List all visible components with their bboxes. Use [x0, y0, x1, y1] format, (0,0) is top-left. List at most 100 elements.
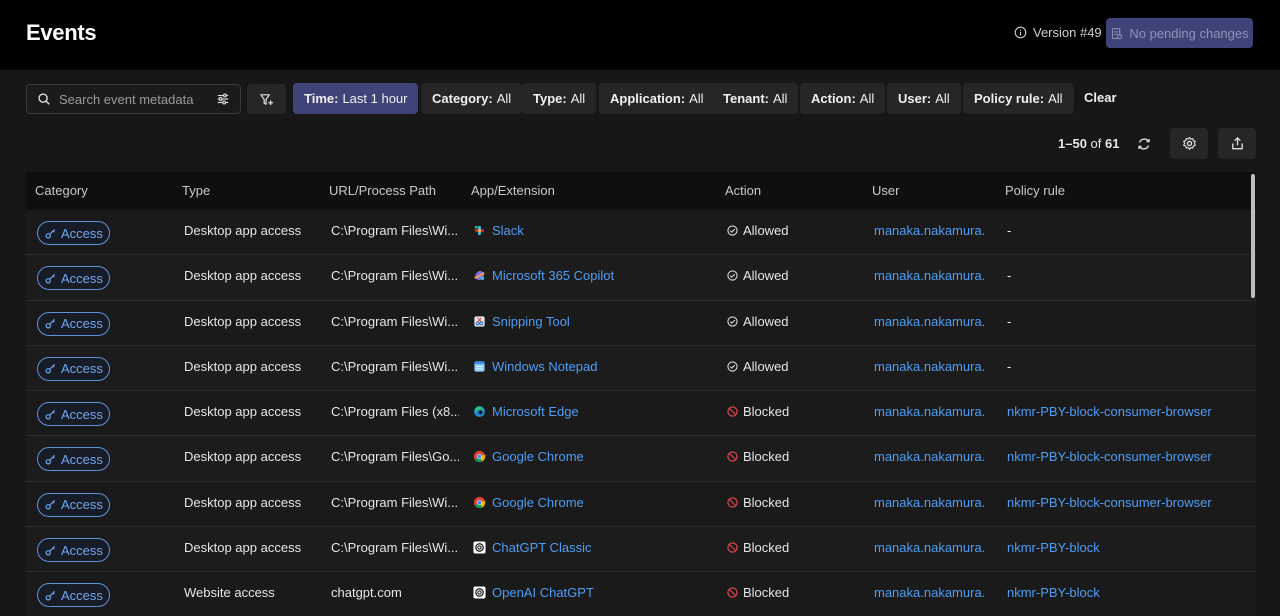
app-link[interactable]: Google Chrome: [492, 449, 584, 464]
filter-chip-tenant[interactable]: Tenant: All: [712, 83, 799, 114]
action-cell: Allowed: [727, 268, 789, 283]
app-cell[interactable]: Slack: [473, 223, 524, 238]
app-link[interactable]: Google Chrome: [492, 495, 584, 510]
add-filter-button[interactable]: [247, 84, 286, 114]
events-table: Category Type URL/Process Path App/Exten…: [26, 172, 1256, 616]
filter-key: Category:: [432, 91, 493, 106]
app-link[interactable]: Slack: [492, 223, 524, 238]
user-link[interactable]: manaka.nakamura...: [874, 540, 986, 555]
app-cell[interactable]: Snipping Tool: [473, 314, 570, 329]
filter-chip-application[interactable]: Application: All: [599, 83, 715, 114]
user-link[interactable]: manaka.nakamura...: [874, 404, 986, 419]
column-header-category[interactable]: Category: [35, 183, 88, 198]
policy-rule-cell[interactable]: nkmr-PBY-block-consumer-browser: [1007, 495, 1212, 510]
app-cell[interactable]: Windows Notepad: [473, 359, 598, 374]
type-cell: Desktop app access: [184, 313, 302, 329]
settings-button[interactable]: [1170, 128, 1208, 159]
app-cell[interactable]: ChatGPT Classic: [473, 540, 591, 555]
table-row[interactable]: Access Desktop app access C:\Program Files…: [26, 255, 1256, 301]
edge-icon: [473, 405, 486, 418]
category-badge[interactable]: Access: [37, 492, 110, 517]
policy-rule-cell[interactable]: nkmr-PBY-block: [1007, 585, 1100, 600]
category-badge[interactable]: Access: [37, 221, 110, 245]
policy-rule-cell[interactable]: nkmr-PBY-block: [1007, 540, 1100, 555]
category-badge[interactable]: Access: [37, 583, 110, 608]
app-link[interactable]: Windows Notepad: [492, 359, 598, 374]
category-badge[interactable]: Access: [37, 447, 110, 472]
column-header-action[interactable]: Action: [725, 183, 761, 198]
filter-chip-user[interactable]: User: All: [887, 83, 961, 114]
filter-key: Time:: [304, 91, 339, 106]
search-input[interactable]: [59, 91, 208, 107]
category-label: Access: [61, 497, 103, 513]
search-box: [26, 84, 241, 114]
category-label: Access: [61, 316, 103, 332]
category-badge[interactable]: Access: [37, 266, 110, 291]
policy-rule-cell: -: [1007, 268, 1012, 284]
policy-rule-cell[interactable]: nkmr-PBY-block-consumer-browser: [1007, 404, 1212, 419]
table-row[interactable]: Access Desktop app access C:\Program Files…: [26, 210, 1256, 256]
path-cell: C:\Program Files\Wi...: [331, 358, 459, 374]
app-cell[interactable]: Microsoft Edge: [473, 404, 579, 419]
user-link[interactable]: manaka.nakamura...: [874, 359, 986, 374]
filter-chip-action[interactable]: Action: All: [800, 83, 886, 114]
pending-changes-button[interactable]: No pending changes: [1106, 18, 1253, 48]
filter-settings-icon[interactable]: [216, 92, 230, 106]
policy-rule-cell[interactable]: nkmr-PBY-block-consumer-browser: [1007, 449, 1212, 464]
category-label: Access: [61, 542, 103, 558]
key-icon: [45, 228, 56, 238]
check-circle-icon: [727, 315, 738, 327]
app-link[interactable]: Snipping Tool: [492, 314, 570, 329]
blocked-icon: [727, 542, 738, 553]
user-link[interactable]: manaka.nakamura...: [874, 314, 986, 329]
app-link[interactable]: OpenAI ChatGPT: [492, 585, 594, 600]
user-link[interactable]: manaka.nakamura...: [874, 495, 986, 510]
openai-icon: [473, 541, 486, 554]
chrome-icon: [473, 496, 486, 509]
user-link[interactable]: manaka.nakamura...: [874, 268, 986, 283]
app-cell[interactable]: OpenAI ChatGPT: [473, 585, 594, 600]
table-row[interactable]: Access Desktop app access C:\Program Files…: [26, 300, 1256, 346]
category-badge[interactable]: Access: [37, 402, 110, 427]
category-badge[interactable]: Access: [37, 356, 110, 381]
table-row[interactable]: Access Desktop app access C:\Program Files…: [26, 345, 1256, 392]
filter-chip-type[interactable]: Type: All: [522, 83, 597, 114]
column-header-policy[interactable]: Policy rule: [1005, 183, 1065, 198]
column-header-app[interactable]: App/Extension: [471, 183, 555, 198]
table-row[interactable]: Access Desktop app access C:\Program Files…: [26, 527, 1256, 573]
table-row[interactable]: Access Website access chatgpt.com OpenAI Ch…: [26, 572, 1256, 616]
category-badge[interactable]: Access: [37, 311, 110, 336]
category-badge[interactable]: Access: [37, 538, 110, 563]
table-scrollbar[interactable]: [1251, 174, 1255, 298]
app-cell[interactable]: Microsoft 365 Copilot: [473, 268, 614, 283]
table-row[interactable]: Access Desktop app access C:\Program Files…: [26, 436, 1256, 482]
column-header-user[interactable]: User: [872, 183, 899, 198]
action-label: Blocked: [743, 404, 790, 420]
filter-chip-time[interactable]: Time: Last 1 hour: [293, 83, 419, 114]
key-icon: [45, 319, 56, 329]
filter-add-icon: [260, 93, 274, 105]
user-link[interactable]: manaka.nakamura...: [874, 223, 986, 238]
user-link[interactable]: manaka.nakamura...: [874, 585, 986, 600]
clear-filters-button[interactable]: Clear: [1084, 90, 1117, 105]
app-link[interactable]: Microsoft Edge: [492, 404, 579, 419]
action-cell: Allowed: [727, 314, 789, 329]
filter-key: Action:: [811, 91, 856, 106]
column-header-type[interactable]: Type: [182, 183, 210, 198]
refresh-icon[interactable]: [1136, 136, 1152, 152]
app-cell[interactable]: Google Chrome: [473, 495, 584, 510]
app-cell[interactable]: Google Chrome: [473, 449, 584, 464]
table-row[interactable]: Access Desktop app access C:\Program Files…: [26, 391, 1256, 437]
version-info[interactable]: Version #49: [1014, 25, 1102, 40]
filter-chip-category[interactable]: Category: All: [421, 83, 523, 114]
app-link[interactable]: ChatGPT Classic: [492, 540, 591, 555]
column-header-url[interactable]: URL/Process Path: [329, 183, 436, 198]
type-cell: Desktop app access: [184, 449, 302, 465]
filter-chip-policy-rule[interactable]: Policy rule: All: [963, 83, 1074, 114]
filter-key: Application:: [610, 91, 686, 106]
user-link[interactable]: manaka.nakamura...: [874, 449, 986, 464]
export-button[interactable]: [1218, 128, 1256, 159]
app-link[interactable]: Microsoft 365 Copilot: [492, 268, 614, 283]
table-row[interactable]: Access Desktop app access C:\Program Files…: [26, 481, 1256, 528]
action-label: Allowed: [743, 358, 789, 374]
